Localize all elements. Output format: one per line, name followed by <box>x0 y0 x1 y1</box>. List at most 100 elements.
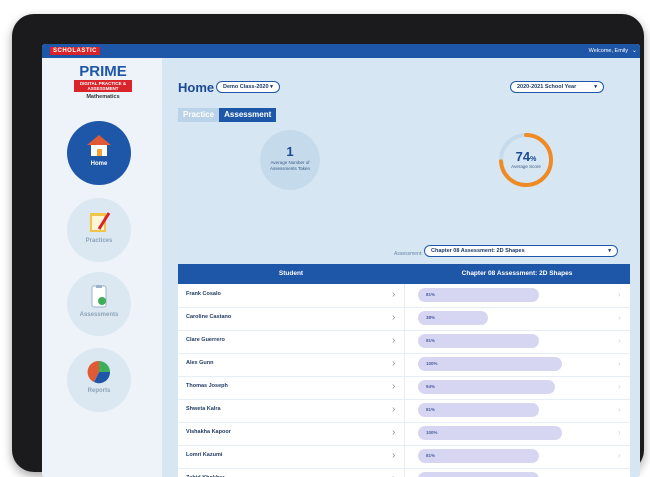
column-divider <box>404 330 405 353</box>
score-value: 100% <box>426 430 438 435</box>
assessment-select[interactable]: Chapter 08 Assessment: 2D Shapes ▾ <box>424 245 618 257</box>
chevron-right-icon[interactable]: › <box>392 399 395 421</box>
chevron-right-icon[interactable]: › <box>618 422 621 444</box>
logo-band: DIGITAL PRACTICE & ASSESSMENT <box>74 80 132 92</box>
main-content: Home Demo Class-2020 ▾ 2020-2021 School … <box>162 58 640 477</box>
column-divider <box>404 445 405 468</box>
score-bar <box>418 357 562 371</box>
student-name[interactable]: Vishakha Kapoor <box>186 422 231 442</box>
tablet-frame: SCHOLASTIC Welcome, Emily ⌄ PRIME DIGITA… <box>12 14 644 477</box>
table-row[interactable]: Caroline Castano › 38% › <box>178 307 630 331</box>
student-name[interactable]: Alex Gunn <box>186 353 214 373</box>
prime-logo: PRIME DIGITAL PRACTICE & ASSESSMENT Math… <box>60 64 146 100</box>
score-bar <box>418 403 539 417</box>
column-divider <box>404 307 405 330</box>
chevron-right-icon[interactable]: › <box>618 399 621 421</box>
sidebar-item-home[interactable]: Home <box>67 121 131 185</box>
notepad-pencil-icon <box>90 212 111 232</box>
column-divider <box>404 468 405 477</box>
chevron-right-icon[interactable]: › <box>392 468 395 477</box>
assessments-taken-caption-2: Assessments Taken <box>270 166 310 171</box>
student-name[interactable]: Caroline Castano <box>186 307 231 327</box>
score-value: 81% <box>426 407 436 412</box>
table-row[interactable]: Frank Cosalo › 81% › <box>178 284 630 308</box>
chevron-right-icon[interactable]: › <box>392 376 395 398</box>
assessments-taken-value: 1 <box>286 144 294 159</box>
logo-subject: Mathematics <box>86 94 120 100</box>
score-value: 81% <box>426 292 436 297</box>
sidebar-item-label: Reports <box>87 388 111 394</box>
chevron-down-icon: ▾ <box>270 84 273 90</box>
column-divider <box>404 284 405 307</box>
score-value: 100% <box>426 361 438 366</box>
table-row[interactable]: Shweta Kalra › 81% › <box>178 399 630 423</box>
chevron-right-icon[interactable]: › <box>618 468 621 477</box>
chevron-right-icon[interactable]: › <box>392 353 395 375</box>
table-row[interactable]: Alex Gunn › 100% › <box>178 353 630 377</box>
top-bar: SCHOLASTIC Welcome, Emily ⌄ <box>42 44 640 58</box>
table-row[interactable]: Lomri Kazumi › 81% › <box>178 445 630 469</box>
chevron-right-icon[interactable]: › <box>618 445 621 467</box>
tab-assessment[interactable]: Assessment <box>219 108 277 122</box>
student-name[interactable]: Frank Cosalo <box>186 284 221 304</box>
student-name[interactable]: Clare Guerrero <box>186 330 225 350</box>
sidebar: PRIME DIGITAL PRACTICE & ASSESSMENT Math… <box>42 58 162 477</box>
column-divider <box>404 422 405 445</box>
score-bar <box>418 472 539 477</box>
chevron-down-icon[interactable]: ⌄ <box>632 47 637 55</box>
app-screen: SCHOLASTIC Welcome, Emily ⌄ PRIME DIGITA… <box>42 44 640 477</box>
chevron-right-icon[interactable]: › <box>618 330 621 352</box>
column-divider <box>404 399 405 422</box>
score-bar <box>418 449 539 463</box>
page-title: Home <box>178 80 215 95</box>
class-select[interactable]: Demo Class-2020 ▾ <box>216 81 280 93</box>
table-row[interactable]: Vishakha Kapoor › 100% › <box>178 422 630 446</box>
chevron-right-icon[interactable]: › <box>618 307 621 329</box>
class-select-value: Demo Class-2020 <box>223 84 269 90</box>
tab-bar: Practice Assessment <box>178 108 277 122</box>
table-row[interactable]: Clare Guerrero › 81% › <box>178 330 630 354</box>
assessments-taken-stat: 1 Average Number of Assessments Taken <box>260 130 320 190</box>
chevron-right-icon[interactable]: › <box>618 353 621 375</box>
school-year-value: 2020-2021 School Year <box>517 84 577 90</box>
sidebar-item-label: Practices <box>85 238 113 244</box>
school-year-select[interactable]: 2020-2021 School Year ▾ <box>510 81 604 93</box>
chevron-down-icon: ▾ <box>594 84 597 90</box>
chevron-right-icon[interactable]: › <box>392 307 395 329</box>
tab-practice[interactable]: Practice <box>178 108 220 122</box>
column-divider <box>404 353 405 376</box>
score-value: 94% <box>426 384 436 389</box>
scholastic-logo: SCHOLASTIC <box>50 47 100 55</box>
chevron-right-icon[interactable]: › <box>618 284 621 306</box>
chevron-down-icon: ▾ <box>608 248 611 254</box>
student-name[interactable]: Zahid Khokhar <box>186 468 225 477</box>
sidebar-item-reports[interactable]: Reports <box>67 348 131 412</box>
score-bar <box>418 380 555 394</box>
student-name[interactable]: Lomri Kazumi <box>186 445 222 465</box>
assessment-filter-label: Assessment: <box>394 251 423 257</box>
chevron-right-icon[interactable]: › <box>392 445 395 467</box>
chevron-right-icon[interactable]: › <box>392 422 395 444</box>
sidebar-item-label: Home <box>90 161 108 167</box>
score-bar <box>418 426 562 440</box>
student-name[interactable]: Thomas Joseph <box>186 376 228 396</box>
average-score-stat: 74% Average Score <box>496 130 556 190</box>
sidebar-item-practices[interactable]: Practices <box>67 198 131 262</box>
score-bar <box>418 288 539 302</box>
assessment-select-value: Chapter 08 Assessment: 2D Shapes <box>431 248 525 254</box>
chevron-right-icon[interactable]: › <box>392 284 395 306</box>
score-value: 81% <box>426 338 436 343</box>
table-row[interactable]: Zahid Khokhar › 81% › <box>178 468 630 477</box>
student-name[interactable]: Shweta Kalra <box>186 399 221 419</box>
chevron-right-icon[interactable]: › <box>392 330 395 352</box>
welcome-user[interactable]: Welcome, Emily <box>589 47 628 55</box>
student-table: Frank Cosalo › 81% › Caroline Castano › 38% › Cl… <box>178 284 630 477</box>
score-bar <box>418 334 539 348</box>
table-row[interactable]: Thomas Joseph › 94% › <box>178 376 630 400</box>
score-value: 38% <box>426 315 436 320</box>
pie-chart-icon <box>87 360 111 384</box>
sidebar-item-assessments[interactable]: Assessments <box>67 272 131 336</box>
table-header: Student Chapter 08 Assessment: 2D Shapes <box>178 264 630 284</box>
sidebar-item-label: Assessments <box>79 312 119 318</box>
chevron-right-icon[interactable]: › <box>618 376 621 398</box>
